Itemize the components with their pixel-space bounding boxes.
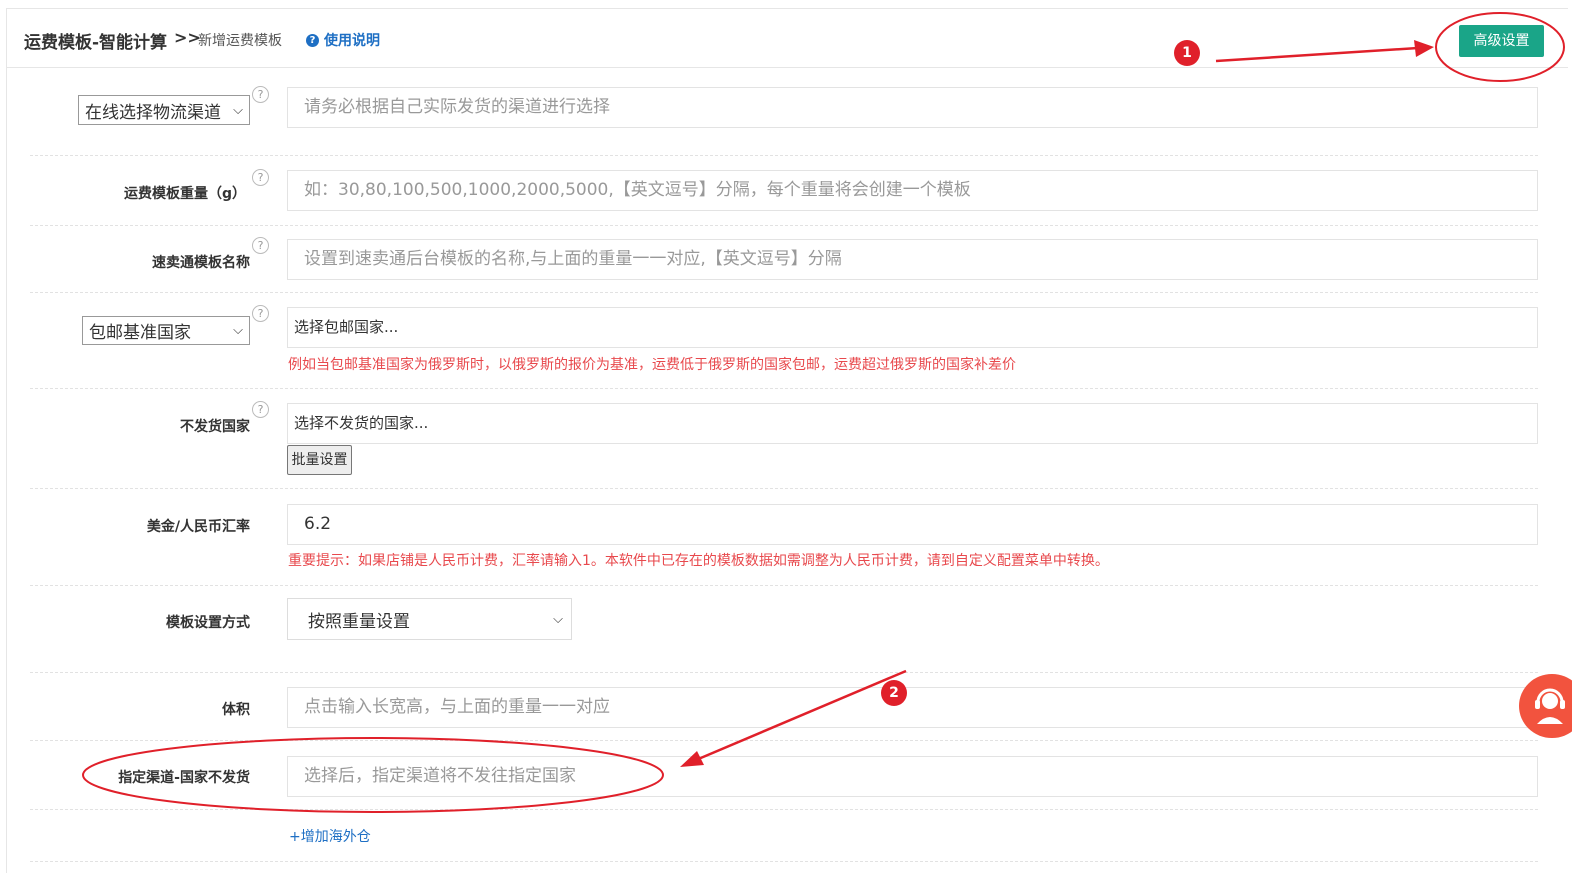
- annotation-arrow-1: [1215, 46, 1419, 63]
- annotation-badge-1: 1: [1174, 40, 1200, 66]
- annotation-overlay: [82, 12, 1565, 813]
- page: 运费模板-智能计算 >> 新增运费模板 ? 使用说明 高级设置 在线选择物流渠道…: [0, 0, 1572, 873]
- annotation-badge-2: 2: [881, 680, 907, 706]
- annotation-arrowhead-2: [680, 751, 704, 767]
- annotation-arrowhead-1: [1414, 40, 1434, 57]
- annotation-ellipse-channel: [82, 737, 664, 813]
- annotation-arrow-2: [695, 669, 907, 762]
- annotation-ellipse-advanced: [1435, 12, 1565, 82]
